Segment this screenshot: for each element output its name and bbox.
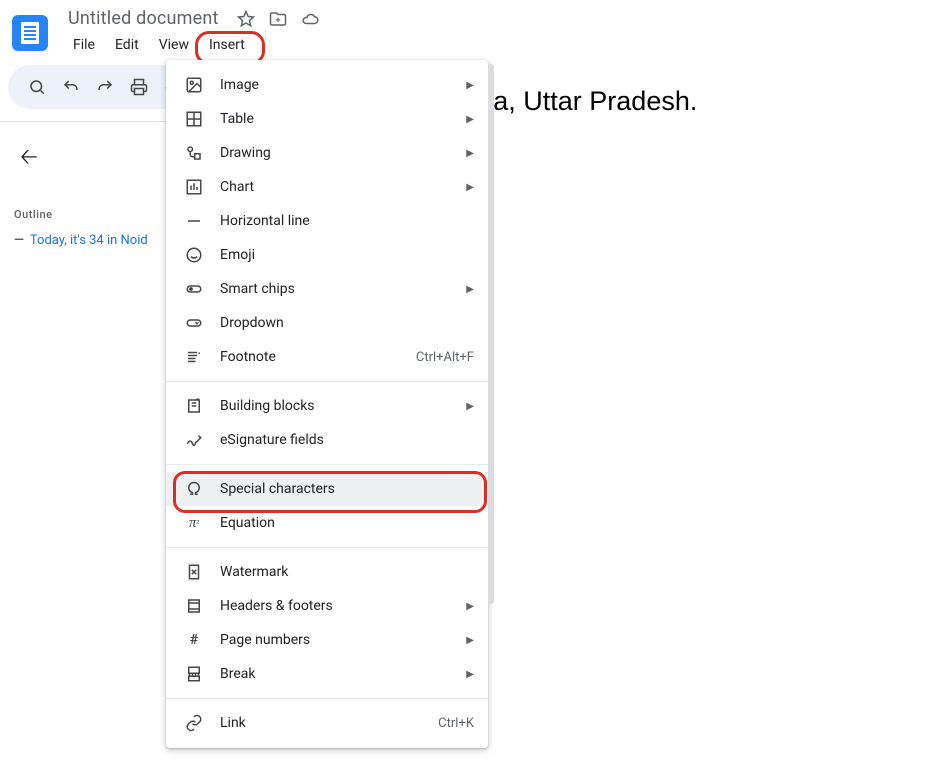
menu-separator — [166, 464, 488, 465]
cloud-status-icon[interactable] — [301, 10, 319, 28]
chevron-right-icon: ▶ — [466, 182, 474, 193]
menu-item-special-characters[interactable]: Special characters — [166, 472, 488, 506]
menu-file[interactable]: File — [64, 33, 104, 57]
dropdown-scrollbar[interactable] — [488, 64, 494, 604]
break-icon — [184, 664, 204, 684]
undo-icon[interactable] — [56, 72, 86, 102]
menu-label: Headers & footers — [220, 598, 450, 614]
chevron-right-icon: ▶ — [466, 148, 474, 159]
menu-item-image[interactable]: Image ▶ — [166, 68, 488, 102]
chevron-right-icon: ▶ — [466, 635, 474, 646]
insert-dropdown: Image ▶ Table ▶ Drawing ▶ Chart ▶ Horizo… — [166, 60, 488, 748]
dropdown-icon — [184, 313, 204, 333]
chart-icon — [184, 177, 204, 197]
menu-separator — [166, 381, 488, 382]
outline-header: Outline — [14, 208, 190, 221]
star-icon[interactable] — [237, 10, 255, 28]
outline-item[interactable]: — Today, it's 34 in Noid — [14, 233, 190, 248]
search-icon[interactable] — [22, 72, 52, 102]
print-icon[interactable] — [124, 72, 154, 102]
menu-label: Emoji — [220, 247, 474, 263]
footnote-icon — [184, 347, 204, 367]
redo-icon[interactable] — [90, 72, 120, 102]
chevron-right-icon: ▶ — [466, 114, 474, 125]
chevron-right-icon: ▶ — [466, 601, 474, 612]
menu-item-watermark[interactable]: Watermark — [166, 555, 488, 589]
menu-separator — [166, 547, 488, 548]
menu-label: eSignature fields — [220, 432, 474, 448]
menu-label: Footnote — [220, 349, 400, 365]
menu-label: Special characters — [220, 481, 474, 497]
chevron-right-icon: ▶ — [466, 669, 474, 680]
menu-label: Chart — [220, 179, 450, 195]
drawing-icon — [184, 143, 204, 163]
menu-label: Image — [220, 77, 450, 93]
menu-item-dropdown[interactable]: Dropdown — [166, 306, 488, 340]
move-icon[interactable] — [269, 10, 287, 28]
menu-item-esignature[interactable]: eSignature fields — [166, 423, 488, 457]
menu-separator — [166, 698, 488, 699]
image-icon — [184, 75, 204, 95]
outline-bullet-icon: — — [14, 233, 24, 248]
omega-icon — [184, 479, 204, 499]
menu-item-building-blocks[interactable]: Building blocks ▶ — [166, 389, 488, 423]
chevron-right-icon: ▶ — [466, 80, 474, 91]
menu-edit[interactable]: Edit — [106, 33, 148, 57]
emoji-icon — [184, 245, 204, 265]
menu-item-table[interactable]: Table ▶ — [166, 102, 488, 136]
menu-item-page-numbers[interactable]: # Page numbers ▶ — [166, 623, 488, 657]
menu-label: Link — [220, 715, 422, 731]
equation-icon: π² — [184, 513, 204, 533]
menu-item-footnote[interactable]: Footnote Ctrl+Alt+F — [166, 340, 488, 374]
outline-sidebar: 🡠 Outline — Today, it's 34 in Noid — [0, 122, 190, 761]
menu-item-break[interactable]: Break ▶ — [166, 657, 488, 691]
page-numbers-icon: # — [184, 630, 204, 650]
menu-item-drawing[interactable]: Drawing ▶ — [166, 136, 488, 170]
menu-item-smart-chips[interactable]: Smart chips ▶ — [166, 272, 488, 306]
menu-label: Drawing — [220, 145, 450, 161]
menu-item-chart[interactable]: Chart ▶ — [166, 170, 488, 204]
menu-label: Equation — [220, 515, 474, 531]
menu-label: Horizontal line — [220, 213, 474, 229]
menu-label: Watermark — [220, 564, 474, 580]
chevron-right-icon: ▶ — [466, 401, 474, 412]
chevron-right-icon: ▶ — [466, 284, 474, 295]
menu-item-horizontal-line[interactable]: Horizontal line — [166, 204, 488, 238]
menu-label: Break — [220, 666, 450, 682]
menu-insert[interactable]: Insert — [200, 33, 254, 57]
esignature-icon — [184, 430, 204, 450]
document-title[interactable]: Untitled document — [64, 8, 223, 29]
docs-logo[interactable] — [12, 15, 48, 51]
menu-view[interactable]: View — [150, 33, 198, 57]
menu-label: Table — [220, 111, 450, 127]
menu-label: Dropdown — [220, 315, 474, 331]
menu-item-headers-footers[interactable]: Headers & footers ▶ — [166, 589, 488, 623]
menu-label: Page numbers — [220, 632, 450, 648]
building-blocks-icon — [184, 396, 204, 416]
watermark-icon — [184, 562, 204, 582]
horizontal-line-icon — [184, 211, 204, 231]
menu-item-emoji[interactable]: Emoji — [166, 238, 488, 272]
menu-item-link[interactable]: Link Ctrl+K — [166, 706, 488, 740]
menu-shortcut: Ctrl+Alt+F — [416, 350, 474, 365]
table-icon — [184, 109, 204, 129]
menu-item-equation[interactable]: π² Equation — [166, 506, 488, 540]
menu-label: Smart chips — [220, 281, 450, 297]
smart-chips-icon — [184, 279, 204, 299]
headers-footers-icon — [184, 596, 204, 616]
link-icon — [184, 713, 204, 733]
menu-shortcut: Ctrl+K — [438, 716, 474, 731]
back-arrow-icon[interactable]: 🡠 — [14, 136, 190, 182]
outline-item-label: Today, it's 34 in Noid — [30, 233, 148, 248]
menu-label: Building blocks — [220, 398, 450, 414]
